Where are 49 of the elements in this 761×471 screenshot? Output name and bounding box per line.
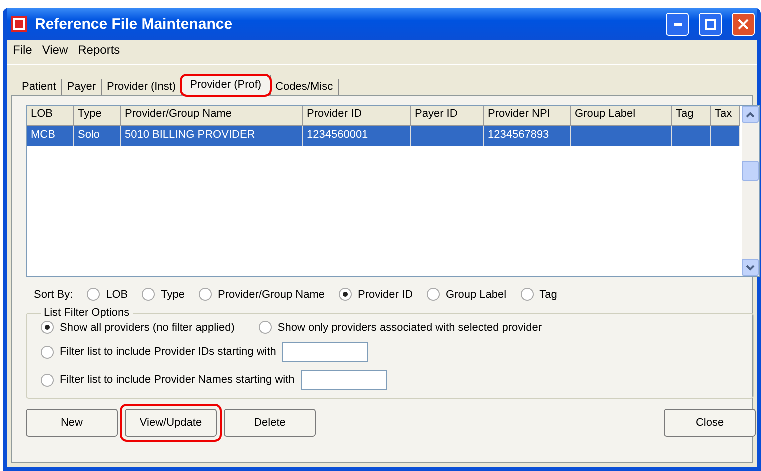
filter-input[interactable] [282,342,368,362]
table-cell[interactable]: 5010 BILLING PROVIDER [121,126,303,146]
sort-radio[interactable]: Provider/Group Name [199,288,325,301]
filter-radio[interactable]: Show all providers (no filter applied) [41,321,235,334]
close-icon[interactable] [732,12,755,36]
action-button[interactable]: View/Update [125,409,217,437]
table-cell[interactable]: MCB [27,126,74,146]
maximize-button[interactable] [699,12,722,36]
column-header[interactable]: Tag [672,106,711,126]
window-title: Reference File Maintenance [35,16,234,32]
sort-radio[interactable]: LOB [87,288,128,301]
sort-radio[interactable]: Group Label [427,288,507,301]
sort-radio[interactable]: Tag [520,288,558,301]
column-header[interactable]: Provider/Group Name [121,106,303,126]
sort-by-label: Sort By: [34,288,74,300]
table-cell[interactable]: 1234567893 [484,126,571,146]
filter-radio[interactable]: Show only providers associated with selected provider [258,321,542,334]
minimize-button[interactable] [666,12,689,36]
group-title: List Filter Options [43,307,131,319]
sort-radio[interactable]: Type [142,288,185,301]
minimize-icon [674,22,682,26]
app-icon [11,16,27,32]
action-button[interactable]: New [26,409,118,437]
column-header[interactable]: Provider NPI [484,106,571,126]
table-cell[interactable] [571,126,672,146]
column-header[interactable]: Type [74,106,121,126]
scrollbar[interactable] [742,106,759,276]
action-button[interactable]: Delete [224,409,316,437]
close-button[interactable]: Close [664,409,756,437]
table-cell[interactable] [672,126,711,146]
menu-item[interactable]: File [13,43,32,61]
menu-item[interactable]: View [42,43,68,61]
tab[interactable]: Provider (Prof) [182,75,271,95]
table-cell[interactable]: Solo [74,126,121,146]
column-header[interactable]: Tax [711,106,740,126]
column-header[interactable]: Provider ID [303,106,411,126]
table-cell[interactable] [711,126,740,146]
sort-radio[interactable]: Provider ID [339,288,414,301]
column-header[interactable]: LOB [27,106,74,126]
maximize-icon [705,18,716,30]
filter-input[interactable] [300,370,387,390]
table-cell[interactable] [411,126,484,146]
column-header[interactable]: Group Label [571,106,672,126]
table-cell[interactable]: 1234560001 [303,126,411,146]
column-header[interactable]: Payer ID [411,106,484,126]
scrollbar-thumb[interactable] [742,161,759,181]
filter-radio[interactable]: Filter list to include Provider Names starting with [41,374,295,386]
menu-item[interactable]: Reports [78,43,120,61]
filter-radio[interactable]: Filter list to include Provider IDs starting with [41,346,276,358]
